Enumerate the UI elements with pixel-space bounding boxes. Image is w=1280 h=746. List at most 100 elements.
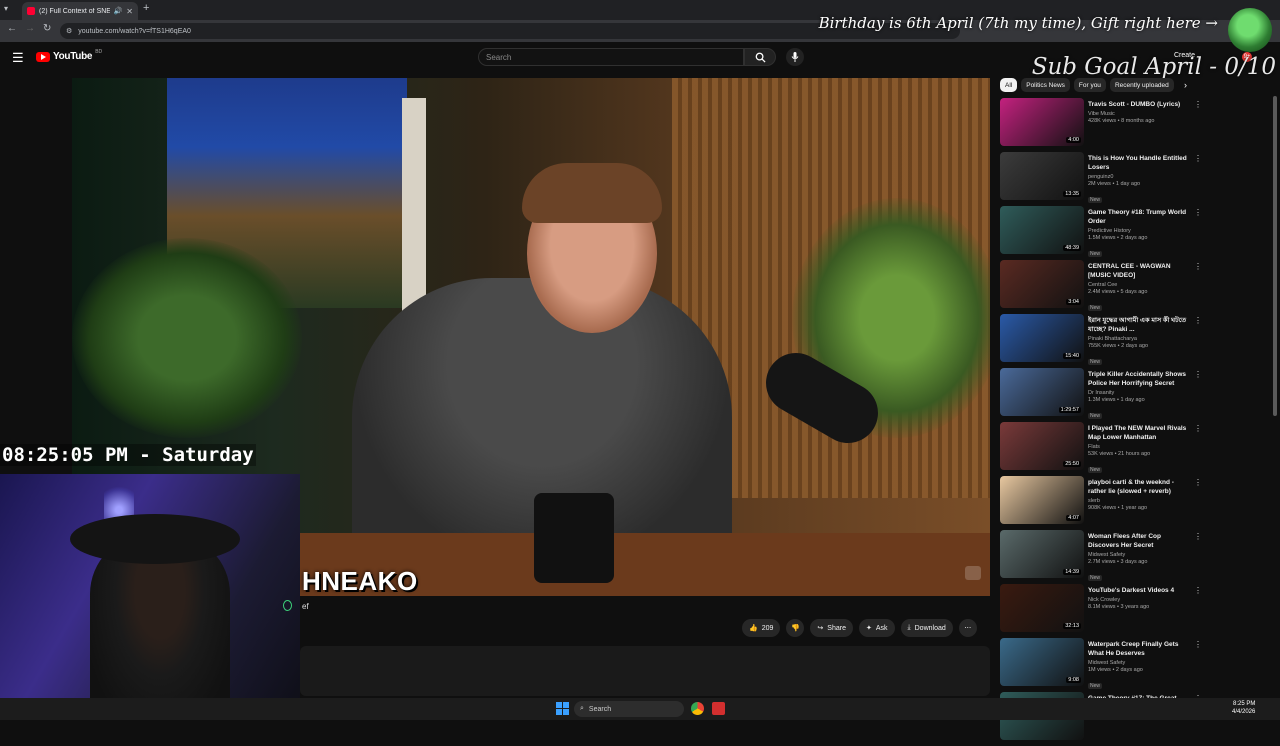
recommendation-channel[interactable]: Predictive History (1088, 228, 1188, 235)
recommendation-channel[interactable]: Central Cee (1088, 282, 1188, 289)
more-options-icon[interactable]: ⋮ (1194, 478, 1202, 487)
video-thumbnail[interactable]: 32:13 (1000, 584, 1084, 632)
dislike-button[interactable]: 👎 (786, 619, 805, 637)
video-thumbnail[interactable]: 1:29:57 (1000, 368, 1084, 416)
chrome-icon[interactable] (691, 702, 704, 715)
audio-icon[interactable]: 🔊 (114, 7, 123, 15)
ask-button[interactable]: ✦ Ask (858, 619, 895, 637)
video-settings-icon[interactable] (965, 566, 981, 580)
recommendation-meta: 2M views • 1 day ago (1088, 181, 1141, 187)
recommendation-item[interactable]: 3:04 CENTRAL CEE - WAGWAN [MUSIC VIDEO] Ce… (1000, 260, 1205, 314)
more-options-icon[interactable]: ⋮ (1194, 262, 1202, 271)
hamburger-menu-icon[interactable]: ☰ (12, 50, 24, 66)
recommendation-channel[interactable]: Dr Insanity (1088, 390, 1188, 397)
voice-search-button[interactable] (786, 48, 804, 66)
filter-chip[interactable]: For you (1073, 78, 1106, 92)
video-duration: 9:08 (1066, 677, 1081, 683)
recommendation-title[interactable]: Game Theory #18: Trump World Order (1088, 208, 1188, 226)
taskbar-search-label: Search (588, 705, 612, 713)
app-icon[interactable] (712, 702, 725, 715)
description-box[interactable] (300, 646, 990, 696)
page-scrollbar[interactable] (1273, 96, 1277, 416)
new-tab-icon[interactable]: + (143, 2, 149, 14)
more-options-icon[interactable]: ⋮ (1194, 370, 1202, 379)
youtube-logo[interactable]: YouTube BD (36, 49, 102, 62)
more-options-icon[interactable]: ⋮ (1194, 586, 1202, 595)
recommendation-title[interactable]: Waterpark Creep Finally Gets What He Des… (1088, 640, 1188, 658)
close-tab-icon[interactable]: ✕ (126, 7, 133, 16)
recommendation-channel[interactable]: Nick Crowley (1088, 597, 1188, 604)
site-info-icon[interactable]: ⚙ (66, 27, 72, 35)
recommendation-title[interactable]: Woman Flees After Cop Discovers Her Secr… (1088, 532, 1188, 550)
recommendation-channel[interactable]: Midwest Safety (1088, 660, 1188, 667)
more-options-icon[interactable]: ⋮ (1194, 640, 1202, 649)
back-icon[interactable]: ← (7, 23, 17, 34)
reload-icon[interactable]: ↻ (43, 23, 51, 34)
video-thumbnail[interactable]: 4:00 (1000, 98, 1084, 146)
recommendation-title[interactable]: This is How You Handle Entitled Losers (1088, 154, 1188, 172)
recommendation-title[interactable]: YouTube's Darkest Videos 4 (1088, 586, 1188, 595)
recommendation-channel[interactable]: Flats (1088, 444, 1188, 451)
recommendation-info: ইরান যুদ্ধের আগামী এক মাস কী ঘটতে যাচ্ছে… (1088, 316, 1188, 368)
recommendation-item[interactable]: 4:00 Travis Scott - DUMBO (Lyrics) Vibe Mu… (1000, 98, 1205, 152)
recommendation-item[interactable]: 4:07 playboi carti & the weeknd - rather … (1000, 476, 1205, 530)
chips-next-icon[interactable]: › (1184, 80, 1187, 90)
recommendation-channel[interactable]: Vibe Music (1088, 111, 1188, 118)
more-options-icon[interactable]: ⋮ (1194, 316, 1202, 325)
recommendation-channel[interactable]: Pinaki Bhattacharya (1088, 336, 1188, 343)
filter-chip[interactable]: All (1000, 78, 1018, 92)
windows-start-icon[interactable] (556, 702, 569, 715)
search-input[interactable]: Search (478, 48, 744, 66)
like-button[interactable]: 👍 209 (742, 619, 781, 637)
taskbar-search[interactable]: ⌕ Search (574, 701, 684, 717)
more-options-icon[interactable]: ⋮ (1194, 100, 1202, 109)
webcam-feed (0, 474, 300, 720)
video-thumbnail[interactable]: 9:08 (1000, 638, 1084, 686)
recommendation-item[interactable]: 25:50 I Played The NEW Marvel Rivals Map … (1000, 422, 1205, 476)
recommendation-title[interactable]: Travis Scott - DUMBO (Lyrics) (1088, 100, 1188, 109)
video-thumbnail[interactable]: 13:35 (1000, 152, 1084, 200)
thumbs-down-icon: 👎 (791, 625, 800, 632)
video-thumbnail[interactable]: 48:39 (1000, 206, 1084, 254)
more-actions-button[interactable]: ⋯ (958, 619, 977, 637)
forward-icon[interactable]: → (25, 23, 35, 34)
recommendation-item[interactable]: 1:29:57 Triple Killer Accidentally Shows … (1000, 368, 1205, 422)
recommendation-title[interactable]: ইরান যুদ্ধের আগামী এক মাস কী ঘটতে যাচ্ছে… (1088, 316, 1188, 334)
recommendation-item[interactable]: 48:39 Game Theory #18: Trump World Order P… (1000, 206, 1205, 260)
recommendation-item[interactable]: 15:40 ইরান যুদ্ধের আগামী এক মাস কী ঘটতে য… (1000, 314, 1205, 368)
recommendation-item[interactable]: 13:35 This is How You Handle Entitled Los… (1000, 152, 1205, 206)
new-badge: New (1088, 683, 1103, 689)
more-options-icon[interactable]: ⋮ (1194, 424, 1202, 433)
browser-tab[interactable]: (2) Full Context of SNEAKO 🔊 ✕ (22, 2, 138, 20)
recommendation-item[interactable]: 14:39 Woman Flees After Cop Discovers Her… (1000, 530, 1205, 584)
video-thumbnail[interactable]: 4:07 (1000, 476, 1084, 524)
video-thumbnail[interactable]: 25:50 (1000, 422, 1084, 470)
video-thumbnail[interactable]: 15:40 (1000, 314, 1084, 362)
recommendation-info: Travis Scott - DUMBO (Lyrics) Vibe Music 4… (1088, 100, 1188, 125)
recommendation-title[interactable]: Triple Killer Accidentally Shows Police … (1088, 370, 1188, 388)
recommendation-title[interactable]: playboi carti & the weeknd - rather lie … (1088, 478, 1188, 496)
video-duration: 25:50 (1063, 461, 1081, 467)
filter-chip[interactable]: Politics News (1021, 78, 1070, 92)
taskbar-time: 8:25 PM (1233, 701, 1256, 707)
download-button[interactable]: ⤓ Download (900, 619, 953, 637)
more-options-icon[interactable]: ⋮ (1194, 208, 1202, 217)
video-thumbnail[interactable]: 14:39 (1000, 530, 1084, 578)
recommendation-channel[interactable]: Midwest Safety (1088, 552, 1188, 559)
recommendation-title[interactable]: I Played The NEW Marvel Rivals Map Lower… (1088, 424, 1188, 442)
recommendation-channel[interactable]: penguinz0 (1088, 174, 1188, 181)
taskbar-clock[interactable]: 8:25 PM 4/4/2026 (1232, 700, 1255, 716)
more-options-icon[interactable]: ⋮ (1194, 154, 1202, 163)
more-options-icon[interactable]: ⋮ (1194, 532, 1202, 541)
recommendation-title[interactable]: CENTRAL CEE - WAGWAN [MUSIC VIDEO] (1088, 262, 1188, 280)
filter-chip[interactable]: Recently uploaded (1109, 78, 1174, 92)
share-button[interactable]: ↪ Share (810, 619, 853, 637)
recommendation-item[interactable]: 9:08 Waterpark Creep Finally Gets What He… (1000, 638, 1205, 692)
search-button[interactable] (744, 48, 776, 66)
channel-name-partial: ef (302, 602, 309, 611)
recommendation-channel[interactable]: slerb (1088, 498, 1188, 505)
tab-search-icon[interactable]: ▾ (4, 4, 8, 13)
video-thumbnail[interactable]: 3:04 (1000, 260, 1084, 308)
share-label: Share (827, 624, 846, 632)
recommendation-item[interactable]: 32:13 YouTube's Darkest Videos 4 Nick Crow… (1000, 584, 1205, 638)
